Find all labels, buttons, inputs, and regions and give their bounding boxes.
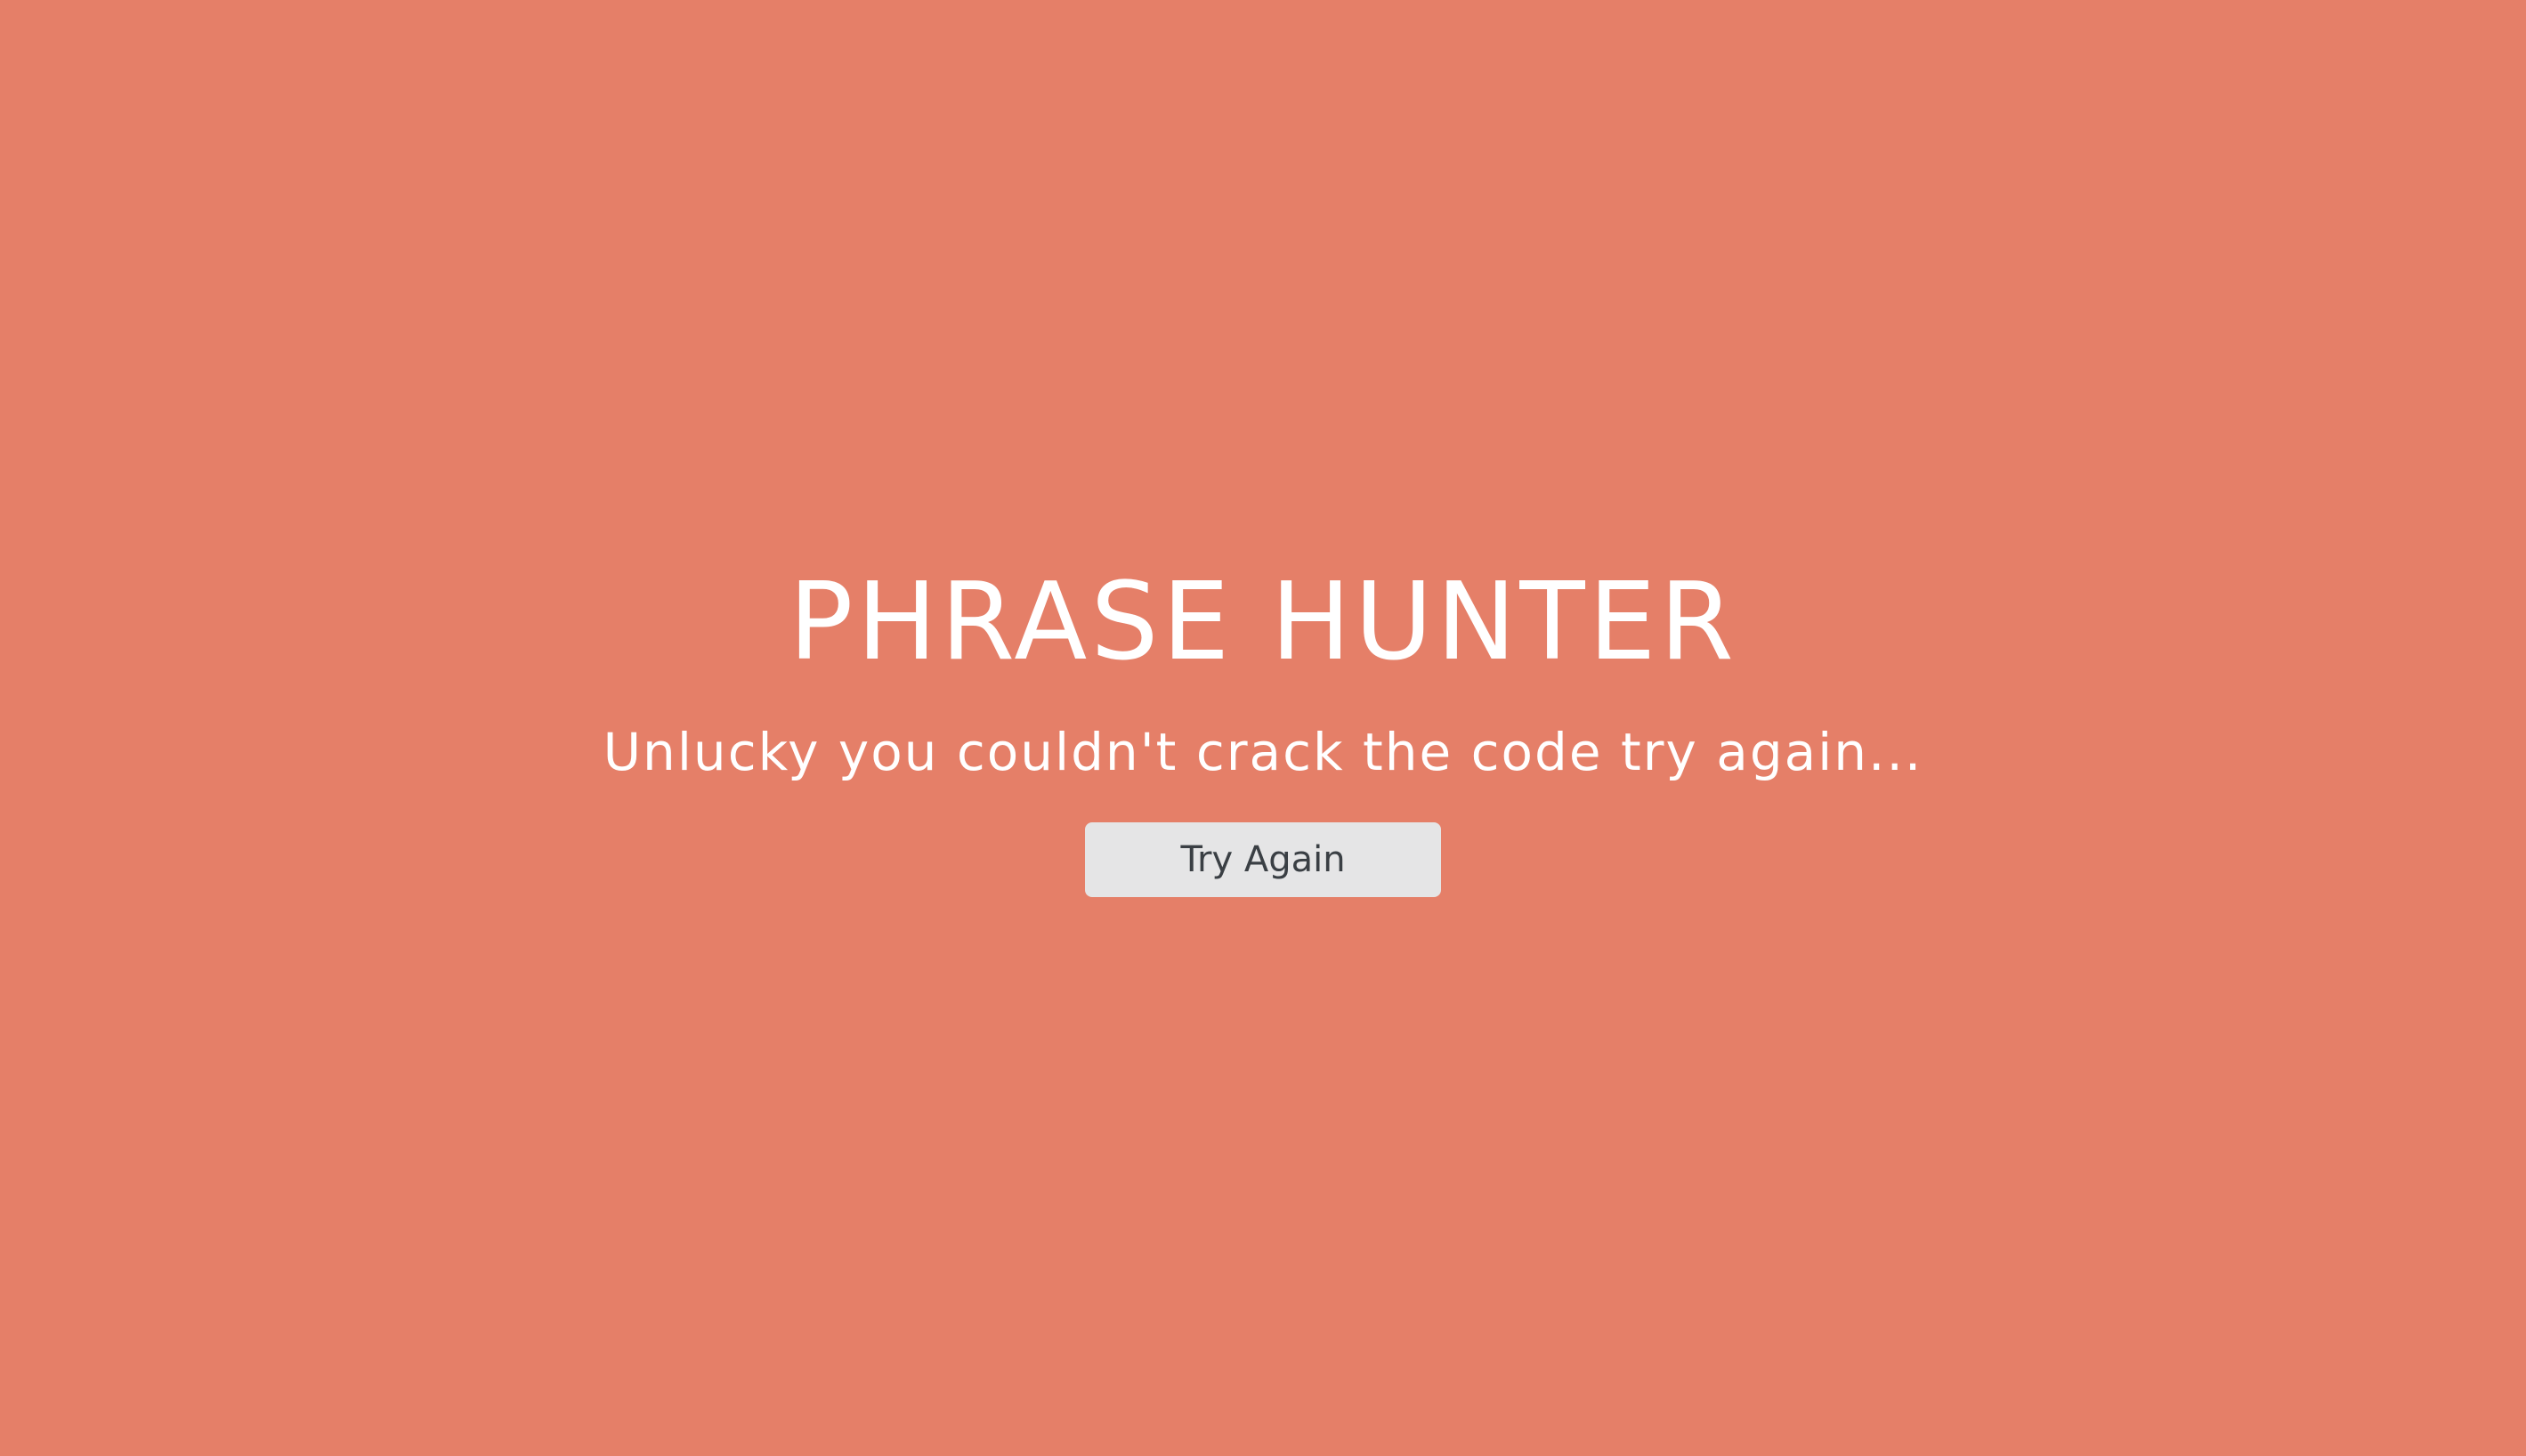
try-again-button[interactable]: Try Again — [1085, 822, 1441, 897]
game-over-overlay: PHRASE HUNTER Unlucky you couldn't crack… — [0, 0, 2526, 1456]
game-title: PHRASE HUNTER — [789, 561, 1737, 684]
game-over-message: Unlucky you couldn't crack the code try … — [603, 722, 1923, 782]
